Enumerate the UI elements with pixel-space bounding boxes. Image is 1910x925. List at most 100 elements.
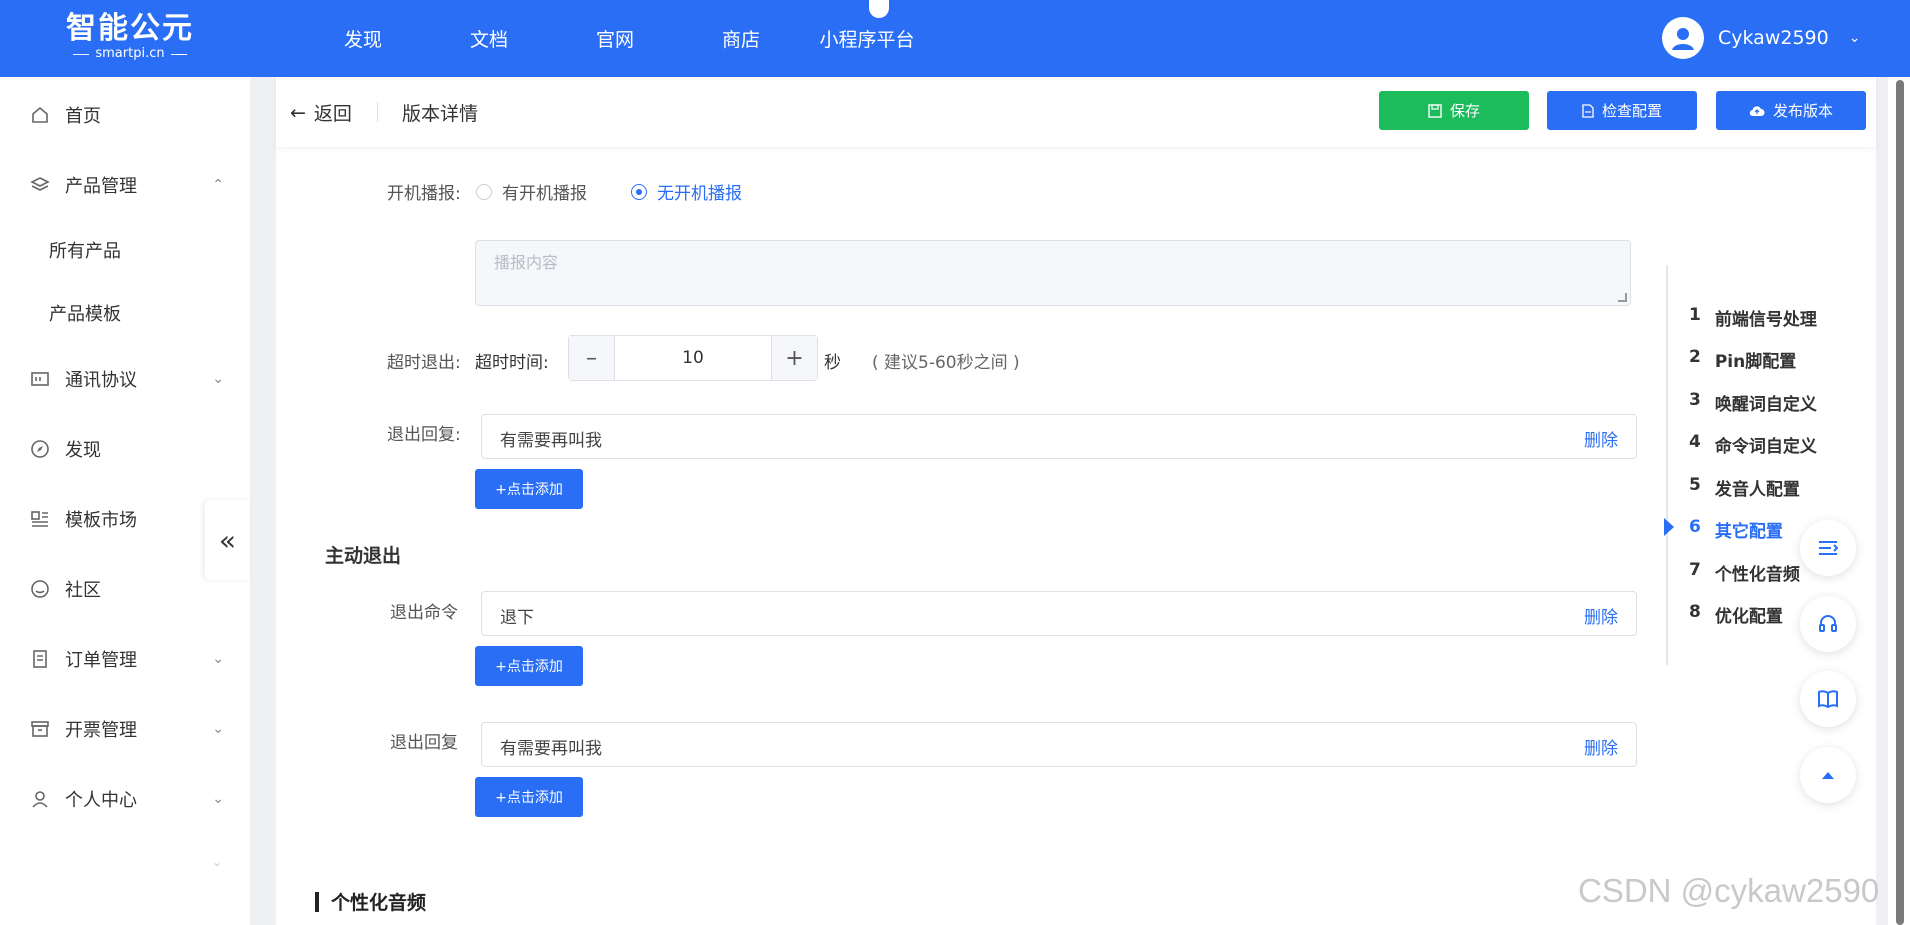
increment-button[interactable]: + — [771, 336, 817, 380]
sidebar-item-home[interactable]: 首页 — [0, 95, 250, 135]
logo-main-text: 智能公元 — [66, 11, 194, 46]
page-toolbar: ← 返回 版本详情 保存 检查配置 发布版本 — [276, 77, 1876, 147]
anchor-item[interactable]: 1 前端信号处理 — [1689, 305, 1817, 330]
order-icon — [28, 647, 52, 671]
user-avatar-icon — [1672, 28, 1694, 50]
sidebar-item-orders[interactable]: 订单管理 ⌄ — [0, 639, 250, 679]
add-exit-reply-button[interactable]: +点击添加 — [475, 469, 583, 509]
support-float-button[interactable] — [1800, 596, 1856, 652]
logo-sub-text: smartpi.cn — [60, 46, 200, 62]
sidebar-sub-product-templates[interactable]: 产品模板 — [49, 300, 121, 326]
radio-label: 无开机播报 — [657, 184, 742, 204]
sidebar-item-invoices[interactable]: 开票管理 ⌄ — [0, 709, 250, 749]
exit-reply2-input[interactable]: 有需要再叫我 删除 — [481, 722, 1637, 767]
anchor-item[interactable]: 2 Pin脚配置 — [1689, 347, 1796, 372]
list-indent-icon — [1819, 541, 1839, 555]
docs-float-button[interactable] — [1800, 671, 1856, 727]
anchor-number: 4 — [1689, 432, 1701, 452]
sidebar-item-label: 个人中心 — [65, 790, 137, 811]
chevron-up-icon: ⌃ — [212, 177, 224, 193]
anchor-number: 5 — [1689, 475, 1701, 495]
nav-store[interactable]: 商店 — [678, 25, 804, 52]
anchor-item[interactable]: 5 发音人配置 — [1689, 475, 1800, 500]
sidebar-item-label: 首页 — [65, 106, 101, 127]
publish-version-button[interactable]: 发布版本 — [1716, 91, 1866, 130]
anchor-label: 唤醒词自定义 — [1714, 395, 1817, 415]
resize-handle-icon[interactable] — [1618, 293, 1627, 302]
anchor-item[interactable]: 8 优化配置 — [1689, 602, 1783, 627]
collapse-sidebar-button[interactable]: « — [205, 500, 250, 580]
boot-broadcast-label: 开机播报: — [387, 184, 461, 204]
add-exit-command-button[interactable]: +点击添加 — [475, 646, 583, 686]
delete-link[interactable]: 删除 — [1584, 426, 1618, 451]
top-nav: 发现 文档 官网 商店 小程序平台 — [300, 0, 930, 77]
scrollbar-thumb[interactable] — [1896, 80, 1904, 925]
username: Cykaw2590 — [1718, 27, 1829, 49]
sidebar-item-products[interactable]: 产品管理 ⌃ — [0, 165, 250, 205]
sidebar-item-profile[interactable]: 个人中心 ⌄ — [0, 779, 250, 819]
heading-bar — [315, 891, 319, 912]
delete-link[interactable]: 删除 — [1584, 603, 1618, 628]
broadcast-content-textarea[interactable]: 播报内容 — [475, 240, 1631, 306]
home-icon — [28, 103, 52, 127]
timeout-time-label: 超时时间: — [475, 353, 549, 373]
sidebar-item-protocol[interactable]: 通讯协议 ⌄ — [0, 359, 250, 399]
radio-boot-broadcast-on[interactable]: 有开机播报 — [476, 179, 587, 204]
add-exit-reply2-button[interactable]: +点击添加 — [475, 777, 583, 817]
radio-boot-broadcast-off[interactable]: 无开机播报 — [631, 179, 742, 204]
radio-circle — [476, 183, 492, 200]
timeout-hint: ( 建议5-60秒之间 ) — [872, 353, 1020, 373]
anchor-item[interactable]: 7 个性化音频 — [1689, 560, 1800, 585]
sidebar-sub-all-products[interactable]: 所有产品 — [49, 237, 121, 263]
exit-reply2-label: 退出回复 — [390, 733, 458, 753]
check-config-button[interactable]: 检查配置 — [1547, 91, 1697, 130]
sidebar-item-label: 开票管理 — [65, 720, 137, 741]
back-button[interactable]: ← 返回 — [290, 99, 352, 126]
back-to-top-button[interactable] — [1800, 747, 1856, 803]
toc-float-button[interactable] — [1800, 520, 1856, 576]
sidebar-item-label: 产品管理 — [65, 176, 137, 197]
avatar[interactable] — [1662, 17, 1704, 59]
nav-docs[interactable]: 文档 — [426, 25, 552, 52]
anchor-number: 3 — [1689, 390, 1701, 410]
anchor-item-active[interactable]: 6 其它配置 — [1689, 517, 1783, 542]
chevron-down-icon[interactable]: ⌄ — [1849, 30, 1861, 46]
anchor-number: 7 — [1689, 560, 1701, 580]
anchor-label: 其它配置 — [1714, 522, 1783, 542]
sidebar-item-label: 订单管理 — [65, 650, 137, 671]
sidebar-item-label: 模板市场 — [65, 510, 137, 531]
nav-official-site[interactable]: 官网 — [552, 25, 678, 52]
anchor-label: 命令词自定义 — [1714, 437, 1817, 457]
compass-icon — [28, 437, 52, 461]
anchor-label: Pin脚配置 — [1714, 352, 1797, 372]
chevron-down-icon: ⌄ — [212, 371, 224, 387]
back-label: 返回 — [313, 103, 352, 125]
delete-link[interactable]: 删除 — [1584, 734, 1618, 759]
user-menu[interactable]: Cykaw2590 ⌄ — [1662, 17, 1860, 59]
arrow-left-icon: ← — [290, 101, 306, 124]
chevron-down-icon: ⌄ — [212, 721, 224, 737]
anchor-item[interactable]: 4 命令词自定义 — [1689, 432, 1817, 457]
anchor-number: 1 — [1689, 305, 1701, 325]
timeout-stepper[interactable]: – 10 + — [568, 335, 818, 381]
nav-miniprogram[interactable]: 小程序平台 — [804, 25, 930, 52]
sidebar-item-discover[interactable]: 发现 — [0, 429, 250, 469]
anchor-nav-track — [1666, 265, 1668, 665]
nav-discover[interactable]: 发现 — [300, 25, 426, 52]
exit-command-input[interactable]: 退下 删除 — [481, 591, 1637, 636]
anchor-label: 前端信号处理 — [1714, 310, 1817, 330]
save-button[interactable]: 保存 — [1379, 91, 1529, 130]
page-title: 版本详情 — [402, 103, 479, 125]
timeout-value[interactable]: 10 — [615, 336, 771, 380]
radio-circle-selected — [631, 183, 647, 200]
top-navbar: 智能公元 smartpi.cn 发现 文档 官网 商店 小程序平台 Cykaw2… — [0, 0, 1910, 77]
exit-reply-input[interactable]: 有需要再叫我 删除 — [481, 414, 1637, 459]
anchor-item[interactable]: 3 唤醒词自定义 — [1689, 390, 1817, 415]
sidebar-item-label: 通讯协议 — [65, 370, 137, 391]
brand-logo[interactable]: 智能公元 smartpi.cn — [60, 12, 200, 62]
active-exit-title: 主动退出 — [325, 545, 402, 567]
divider — [377, 102, 378, 122]
decrement-button[interactable]: – — [569, 336, 615, 380]
anchor-number: 2 — [1689, 347, 1701, 367]
exit-reply-value: 有需要再叫我 — [500, 431, 602, 451]
